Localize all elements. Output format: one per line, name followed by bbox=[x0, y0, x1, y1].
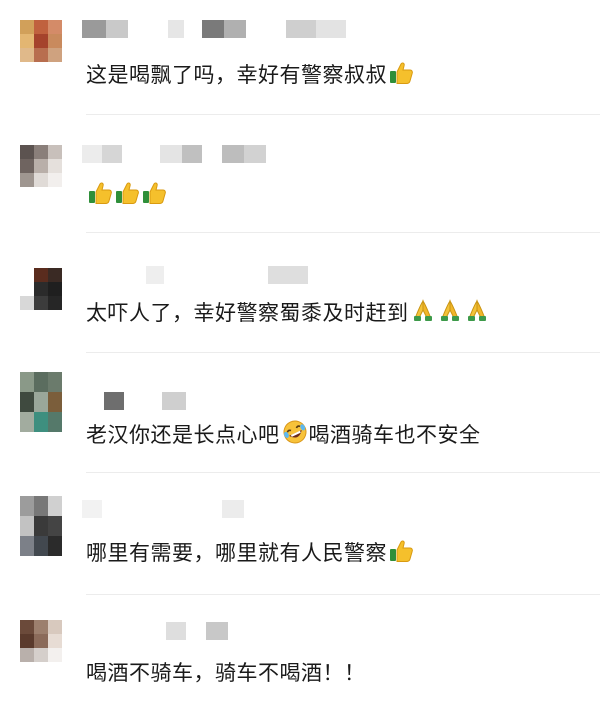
comment-text-body: 太吓人了，幸好警察蜀黍及时赶到 bbox=[86, 301, 409, 325]
folded-hands-icon bbox=[437, 298, 463, 332]
username-blurred[interactable] bbox=[82, 392, 186, 410]
comment-text-body: 这是喝飘了吗，幸好有警察叔叔 bbox=[86, 63, 387, 87]
divider bbox=[86, 472, 600, 473]
comment-text: 太吓人了，幸好警察蜀黍及时赶到 bbox=[86, 298, 490, 332]
avatar[interactable] bbox=[20, 145, 62, 187]
folded-hands-icon bbox=[410, 298, 436, 332]
divider bbox=[86, 114, 600, 115]
comment-text: 喝酒不骑车，骑车不喝酒！！ bbox=[86, 658, 366, 688]
thumbs-up-icon bbox=[141, 180, 167, 214]
comment-feed: 这是喝飘了吗，幸好有警察叔叔 太吓人了，幸好警察蜀黍及时赶到 老汉你还是长点心吧 bbox=[0, 0, 600, 708]
comment-text bbox=[86, 180, 167, 214]
username-blurred[interactable] bbox=[82, 145, 266, 163]
folded-hands-icon bbox=[464, 298, 490, 332]
username-blurred[interactable] bbox=[82, 500, 244, 518]
comment-text: 哪里有需要，哪里就有人民警察 bbox=[86, 538, 414, 572]
username-blurred[interactable] bbox=[82, 622, 228, 640]
thumbs-up-icon bbox=[388, 60, 414, 94]
comment-text-body: 哪里有需要，哪里就有人民警察 bbox=[86, 541, 387, 565]
divider bbox=[86, 232, 600, 233]
avatar[interactable] bbox=[20, 268, 62, 310]
username-blurred[interactable] bbox=[82, 266, 308, 284]
comment-text-body: 喝酒不骑车，骑车不喝酒！！ bbox=[86, 661, 366, 685]
avatar[interactable] bbox=[20, 496, 62, 556]
username-blurred[interactable] bbox=[82, 20, 346, 38]
thumbs-up-icon bbox=[114, 180, 140, 214]
thumbs-up-icon bbox=[87, 180, 113, 214]
avatar[interactable] bbox=[20, 372, 62, 432]
comment-text: 老汉你还是长点心吧 喝酒骑车也不安全 bbox=[86, 418, 481, 454]
avatar[interactable] bbox=[20, 20, 62, 62]
comment-text: 这是喝飘了吗，幸好有警察叔叔 bbox=[86, 60, 414, 94]
thumbs-up-icon bbox=[388, 538, 414, 572]
divider bbox=[86, 594, 600, 595]
rolling-laughing-icon bbox=[281, 418, 309, 454]
comment-text-body: 老汉你还是长点心吧 bbox=[86, 423, 280, 447]
divider bbox=[86, 352, 600, 353]
comment-text-tail: 喝酒骑车也不安全 bbox=[308, 423, 481, 447]
avatar[interactable] bbox=[20, 620, 62, 662]
